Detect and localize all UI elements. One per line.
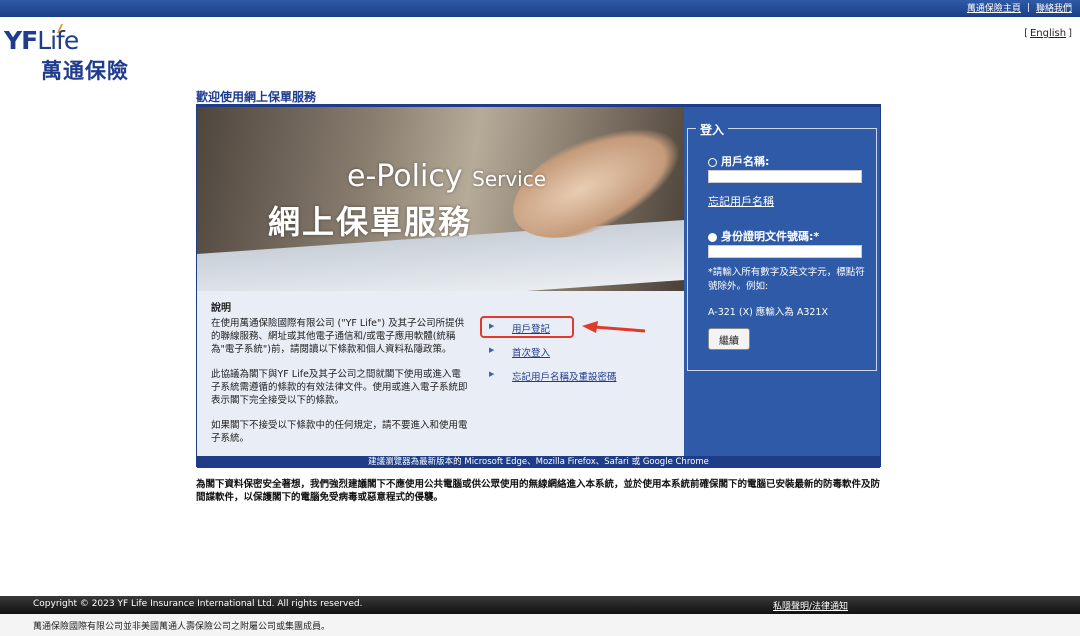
red-arrow-icon <box>582 321 646 333</box>
triangle-bullet-icon: ▶ <box>489 370 495 378</box>
radio-icon[interactable] <box>708 157 717 167</box>
home-link[interactable]: 萬通保險主頁 <box>967 1 1021 14</box>
continue-button[interactable]: 繼續 <box>708 328 750 350</box>
description: 說明 在使用萬通保險國際有限公司 ("YF Life") 及其子公司所提供的聯線… <box>211 302 469 457</box>
login-fieldset: 登入 用戶名稱: 忘記用戶名稱 身份證明文件號碼:* *請輸入所有數字及英文字元… <box>687 121 877 371</box>
hero-banner: e-Policy Service 網上保單服務 <box>197 107 684 291</box>
forgot-username-reset-password-link[interactable]: 忘記用戶名稱及重設密碼 <box>512 369 617 383</box>
radio-selected-icon[interactable] <box>708 232 717 242</box>
page-title: 歡迎使用網上保單服務 <box>196 90 317 104</box>
logo-chinese: 萬通保險 <box>41 59 129 83</box>
main-panel: e-Policy Service 網上保單服務 說明 在使用萬通保險國際有限公司… <box>196 104 881 468</box>
copyright-text: Copyright © 2023 YF Life Insurance Inter… <box>33 599 363 609</box>
login-title: 登入 <box>696 121 729 138</box>
browser-notice: 建議瀏覽器為最新版本的 Microsoft Edge、Mozilla Firef… <box>197 456 880 468</box>
input-note: *請輸入所有數字及英文字元，標點符號除外。例如: <box>708 267 865 292</box>
login-panel: 登入 用戶名稱: 忘記用戶名稱 身份證明文件號碼:* *請輸入所有數字及英文字元… <box>684 107 880 456</box>
description-paragraph: 此協議為閣下與YF Life及其子公司之間就閣下使用或進入電子系統需遵循的條款的… <box>211 369 468 406</box>
yf-life-logo[interactable]: YFLife 萬通保險 <box>4 24 144 86</box>
description-title: 說明 <box>211 303 231 314</box>
input-example: A-321 (X) 應輸入為 A321X <box>708 307 828 318</box>
id-number-label: 身份證明文件號碼:* <box>708 228 819 244</box>
first-login-link[interactable]: 首次登入 <box>512 345 550 359</box>
nav-separator: | <box>1026 2 1030 13</box>
sub-footer: 萬通保險國際有限公司並非美國萬通人壽保險公司之附屬公司或集團成員。 <box>0 614 1080 636</box>
language-switch: [English] <box>1024 28 1072 39</box>
triangle-bullet-icon: ▶ <box>489 346 495 354</box>
highlight-box <box>480 316 574 338</box>
top-bar <box>0 0 1080 17</box>
id-number-input[interactable] <box>708 245 862 258</box>
username-input[interactable] <box>708 170 862 183</box>
privacy-legal-link[interactable]: 私隱聲明/法律通知 <box>773 599 848 612</box>
forgot-username-link[interactable]: 忘記用戶名稱 <box>708 193 774 209</box>
description-paragraph: 在使用萬通保險國際有限公司 ("YF Life") 及其子公司所提供的聯線服務、… <box>211 318 465 355</box>
hero-title-cn: 網上保單服務 <box>268 203 473 241</box>
username-label: 用戶名稱: <box>708 153 769 169</box>
description-paragraph: 如果閣下不接受以下條款中的任何規定，請不要進入和使用電子系統。 <box>211 420 468 444</box>
affiliation-text: 萬通保險國際有限公司並非美國萬通人壽保險公司之附屬公司或集團成員。 <box>33 622 331 632</box>
security-warning: 為閣下資料保密安全著想，我們強烈建議閣下不應使用公共電腦或供公眾使用的無線網絡進… <box>196 479 881 503</box>
logo-latin: YFLife <box>4 26 79 55</box>
contact-link[interactable]: 聯絡我們 <box>1036 1 1072 14</box>
english-link[interactable]: English <box>1030 28 1066 39</box>
footer: Copyright © 2023 YF Life Insurance Inter… <box>0 596 1080 614</box>
top-nav: 萬通保險主頁 | 聯絡我們 <box>967 1 1072 15</box>
hero-title-en: e-Policy Service <box>347 159 547 194</box>
